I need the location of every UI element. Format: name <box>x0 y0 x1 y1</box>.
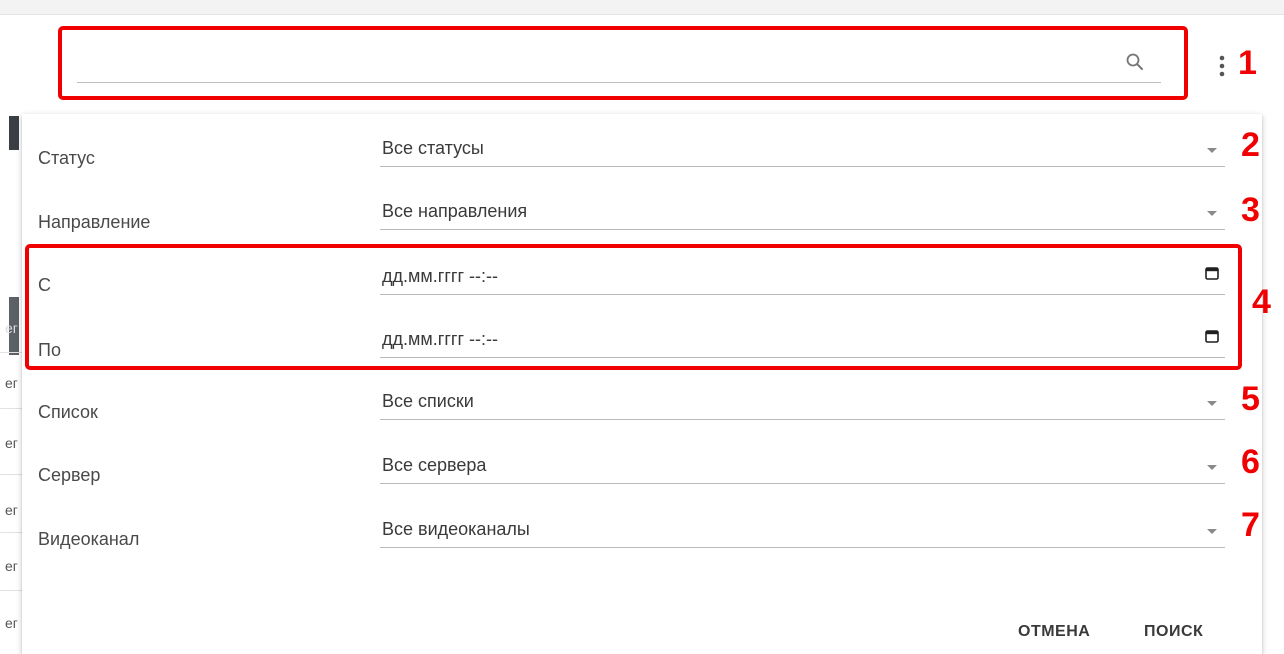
list-value: Все списки <box>382 391 474 411</box>
videochannel-select[interactable]: Все видеоканалы <box>380 513 1225 548</box>
top-bar <box>0 0 1284 15</box>
annotation-box-search <box>58 26 1188 100</box>
chevron-down-icon <box>1207 401 1217 406</box>
status-label: Статус <box>38 148 95 168</box>
list-label: Список <box>38 402 98 422</box>
status-select[interactable]: Все статусы <box>380 132 1225 167</box>
direction-value: Все направления <box>382 201 528 221</box>
direction-select[interactable]: Все направления <box>380 195 1225 230</box>
annotation-number: 3 <box>1241 191 1260 229</box>
more-vert-icon[interactable] <box>1218 54 1226 78</box>
server-value: Все сервера <box>382 455 487 475</box>
chevron-down-icon <box>1207 148 1217 153</box>
background-fragment: ег <box>5 615 18 631</box>
server-label: Сервер <box>38 465 101 485</box>
search-button[interactable]: ПОИСК <box>1144 623 1203 641</box>
background-row-divider <box>0 590 22 591</box>
annotation-number: 7 <box>1241 506 1260 544</box>
annotation-number: 1 <box>1238 44 1257 82</box>
chevron-down-icon <box>1207 211 1217 216</box>
background-row-divider <box>0 474 22 475</box>
background-row-divider <box>0 532 22 533</box>
server-select[interactable]: Все сервера <box>380 449 1225 484</box>
list-select[interactable]: Все списки <box>380 385 1225 420</box>
background-row-divider <box>0 352 22 353</box>
background-fragment: ег <box>5 502 18 518</box>
chevron-down-icon <box>1207 465 1217 470</box>
annotation-number: 6 <box>1241 443 1260 481</box>
background-fragment: ег <box>5 558 18 574</box>
annotation-box-dates <box>25 244 1242 370</box>
background-table: ег ег ег ег ег ег <box>0 112 22 644</box>
direction-label: Направление <box>38 212 151 232</box>
annotation-number: 5 <box>1241 380 1260 418</box>
chevron-down-icon <box>1207 529 1217 534</box>
status-value: Все статусы <box>382 138 484 158</box>
annotation-number: 4 <box>1252 283 1271 321</box>
background-fragment: ег <box>5 375 18 391</box>
filter-panel: Статус Все статусы Направление Все напра… <box>22 114 1262 654</box>
background-fragment: ег <box>5 435 18 451</box>
background-fragment: ег <box>5 320 18 336</box>
videochannel-value: Все видеоканалы <box>382 519 530 539</box>
videochannel-label: Видеоканал <box>38 529 140 549</box>
annotation-number: 2 <box>1241 126 1260 164</box>
background-row-divider <box>0 408 22 409</box>
background-header-block <box>9 116 19 150</box>
cancel-button[interactable]: ОТМЕНА <box>1018 623 1090 641</box>
